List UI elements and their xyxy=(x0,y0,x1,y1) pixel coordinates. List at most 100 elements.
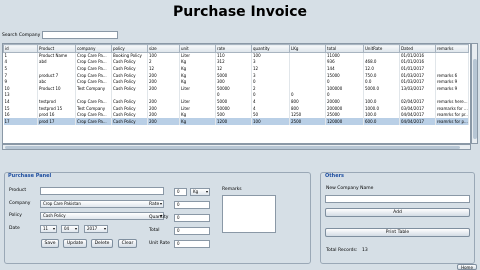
table-cell-remarks xyxy=(435,65,469,73)
quantity-input[interactable]: 0 xyxy=(174,214,210,222)
table-row[interactable]: 17 prod 17 Crop Care Pa... Cash Policy 200 Kg… xyxy=(3,118,469,126)
table-horizontal-scrollbar[interactable] xyxy=(2,144,471,150)
table-cell-rate: 300 xyxy=(215,78,252,86)
table-cell-company: Test Company xyxy=(75,105,112,112)
date-month-select[interactable]: 04 ▾ xyxy=(61,225,79,233)
save-button[interactable]: Save xyxy=(41,239,59,248)
column-header-lkg[interactable]: LKg xyxy=(289,44,326,53)
table-cell-id: 1 xyxy=(3,52,38,60)
table-cell-remarks: remarks 9 xyxy=(435,78,469,86)
table-cell-dated: 04/04/2017 xyxy=(399,111,436,119)
table-row[interactable]: 13 0 0 0 0 xyxy=(3,92,469,99)
table-row[interactable]: 14 testprod Crop Care Pa... Cash Policy 200 L… xyxy=(3,98,469,106)
column-header-policy[interactable]: policy xyxy=(111,44,148,53)
date-day-select[interactable]: 11 ▾ xyxy=(40,225,57,233)
table-cell-dated: 01/03/2017 xyxy=(399,78,436,86)
table-cell-unitrate: 468.0 xyxy=(363,59,400,66)
size-input[interactable]: 0 xyxy=(174,188,187,196)
table-cell-unit: Kg xyxy=(179,65,216,73)
policy-label: Policy xyxy=(9,213,22,218)
table-cell-unit: Kg xyxy=(179,78,216,86)
update-button[interactable]: Update xyxy=(63,239,87,248)
table-cell-company: Crop Care Pa... xyxy=(75,59,112,66)
table-cell-total: 100000 xyxy=(325,85,364,93)
column-header-dated[interactable]: Dated xyxy=(399,44,436,53)
table-cell-unit: Liter xyxy=(179,85,216,93)
table-row[interactable]: 7 product 7 Crop Care Pa... Cash Policy 200 K… xyxy=(3,72,469,79)
table-cell-id: 10 xyxy=(3,85,38,93)
table-cell-total: 0 xyxy=(325,92,364,99)
table-row[interactable]: 16 prod 16 Crop Care Pa... Cash Policy 200 Kg… xyxy=(3,111,469,119)
invoice-table: id Product company policy size unit rate quanti… xyxy=(2,43,471,144)
table-row[interactable]: 4 abd Crop Care Pa... Cash Policy 2 Kg 312 3 936… xyxy=(3,59,469,66)
table-cell-quantity: 2 xyxy=(251,85,290,93)
table-cell-dated: 13/03/2017 xyxy=(399,85,436,93)
table-cell-unit: Liter xyxy=(179,98,216,106)
scrollbar-thumb[interactable] xyxy=(5,146,460,149)
table-cell-unit: Liter xyxy=(179,52,216,60)
table-cell-rate: 5000 xyxy=(215,72,252,79)
column-header-remarks[interactable]: remarks xyxy=(435,44,469,53)
column-header-size[interactable]: size xyxy=(147,44,180,53)
table-cell-remarks xyxy=(435,52,469,60)
scrollbar-thumb[interactable] xyxy=(473,59,477,139)
column-header-total[interactable]: total xyxy=(325,44,364,53)
column-header-rate[interactable]: rate xyxy=(215,44,252,53)
clear-button[interactable]: Clear xyxy=(118,239,137,248)
table-cell-rate: 1200 xyxy=(215,118,252,126)
company-select[interactable]: Crop Care Pakistan ▾ xyxy=(40,200,164,208)
table-cell-policy: Cash Policy xyxy=(111,65,148,73)
table-cell-total: 0 xyxy=(325,78,364,86)
company-select-value: Crop Care Pakistan xyxy=(43,201,81,206)
unit-rate-input[interactable]: 0 xyxy=(174,240,210,248)
add-company-button[interactable]: Add xyxy=(325,208,470,217)
table-cell-quantity: 4 xyxy=(251,105,290,112)
table-cell-id: 17 xyxy=(3,118,38,126)
table-cell-rate: 110 xyxy=(215,52,252,60)
rate-input[interactable]: 0 xyxy=(174,201,210,209)
column-header-company[interactable]: company xyxy=(75,44,112,53)
remarks-textarea[interactable] xyxy=(222,195,276,233)
table-cell-product: testprod 15 xyxy=(37,105,76,112)
table-cell-size: 12 xyxy=(147,65,180,73)
table-cell-company: Crop Care Pa... xyxy=(75,65,112,73)
date-year-select[interactable]: 2017 ▾ xyxy=(84,225,108,233)
table-cell-quantity: 0 xyxy=(251,78,290,86)
unit-select[interactable]: Kg ▾ xyxy=(190,188,210,196)
total-input[interactable]: 0 xyxy=(174,227,210,235)
table-cell-quantity: 4 xyxy=(251,98,290,106)
table-cell-lkg xyxy=(289,59,326,66)
column-header-unit[interactable]: unit xyxy=(179,44,216,53)
table-cell-id: 7 xyxy=(3,72,38,79)
column-header-id[interactable]: id xyxy=(3,44,38,53)
table-vertical-scrollbar[interactable] xyxy=(471,43,478,144)
table-cell-remarks xyxy=(435,92,469,99)
table-row[interactable]: 9 abc Crop Care Pa... Cash Policy 200 Kg 300 0 0… xyxy=(3,78,469,86)
product-input[interactable] xyxy=(40,187,164,195)
table-cell-unit: Kg xyxy=(179,111,216,119)
column-header-product[interactable]: Product xyxy=(37,44,76,53)
total-records-value: 13 xyxy=(362,248,368,253)
table-cell-unit xyxy=(179,92,216,99)
print-table-button[interactable]: Print Table xyxy=(325,228,470,237)
table-row[interactable]: 15 testprod 15 Test Company Cash Policy 200 L… xyxy=(3,105,469,112)
table-cell-product: product 7 xyxy=(37,72,76,79)
table-cell-policy: Cash Policy xyxy=(111,118,148,126)
home-button[interactable]: Home xyxy=(457,264,477,270)
table-row[interactable]: 5 Crop Care Pa... Cash Policy 12 Kg 12 12 144 12… xyxy=(3,65,469,73)
table-cell-remarks: remarks 6 xyxy=(435,72,469,79)
table-cell-lkg xyxy=(289,52,326,60)
table-row[interactable]: 1 Product Name Crop Care Pa... Booking Poli… xyxy=(3,52,469,60)
search-company-label: Search Company xyxy=(2,33,41,38)
table-cell-dated xyxy=(399,92,436,99)
new-company-input[interactable] xyxy=(325,195,470,203)
column-header-quantity[interactable]: quantity xyxy=(251,44,290,53)
table-cell-dated: 04/04/2017 xyxy=(399,118,436,126)
column-header-unitrate[interactable]: UnitRate xyxy=(363,44,400,53)
delete-button[interactable]: Delete xyxy=(91,239,113,248)
table-cell-id: 13 xyxy=(3,92,38,99)
policy-select[interactable]: Cash Policy ▾ xyxy=(40,212,164,220)
table-cell-lkg xyxy=(289,72,326,79)
table-row[interactable]: 10 Product 10 Test Company Cash Policy 200 Li… xyxy=(3,85,469,93)
search-company-input[interactable] xyxy=(42,31,118,39)
